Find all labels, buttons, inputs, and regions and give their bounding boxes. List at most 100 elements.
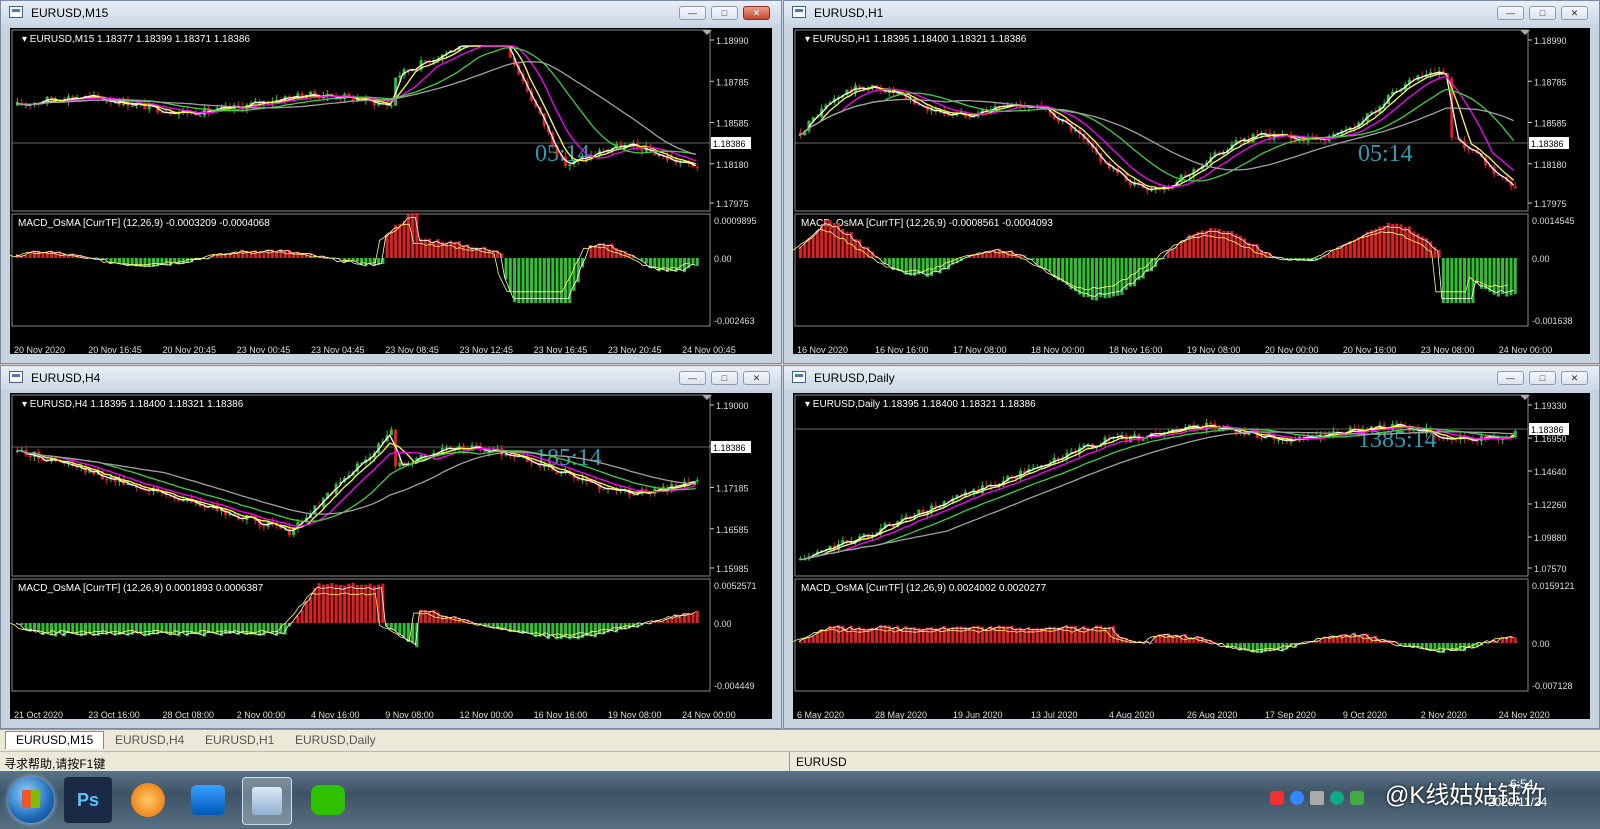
clock-time[interactable]: 6:54 xyxy=(1510,777,1533,791)
main-plot-frame xyxy=(11,29,711,212)
macd-histogram-bar xyxy=(1420,643,1424,648)
macd-histogram-bar xyxy=(1171,635,1175,643)
minimize-button[interactable]: — xyxy=(1497,371,1524,385)
window-titlebar[interactable]: EURUSD,H1 — □ ✕ xyxy=(784,1,1599,25)
taskbar-wechat[interactable] xyxy=(304,777,352,823)
clock-date[interactable]: 2020/11/24 xyxy=(1488,795,1547,809)
chart-window-m15[interactable]: EURUSD,M15 — □ ✕ ▾ EURUSD,M15 1.18377 1.1839… xyxy=(0,0,782,364)
candle-body xyxy=(105,479,109,481)
price-axis-label: 1.16585 xyxy=(716,525,749,535)
price-axis-label: 1.19330 xyxy=(1534,401,1567,411)
bar-countdown-timer: 05:14 xyxy=(1358,141,1413,167)
macd-histogram-bar xyxy=(1196,231,1200,258)
tray-icon-2[interactable] xyxy=(1290,791,1304,805)
close-button[interactable]: ✕ xyxy=(1561,371,1588,385)
tray-icon-5[interactable] xyxy=(1350,791,1364,805)
macd-histogram-bar xyxy=(691,258,695,266)
macd-histogram-bar xyxy=(75,623,79,636)
macd-histogram-bar xyxy=(296,615,300,623)
chart-window-h4[interactable]: EURUSD,H4 — □ ✕ ▾ EURUSD,H4 1.18395 1.18400 … xyxy=(0,365,782,729)
candle-body xyxy=(695,480,699,482)
time-axis-label: 20 Nov 16:45 xyxy=(88,345,142,354)
macd-histogram-bar xyxy=(887,258,891,266)
macd-histogram-bar xyxy=(1061,258,1065,282)
macd-histogram-bar xyxy=(300,609,304,623)
close-button[interactable]: ✕ xyxy=(743,6,770,20)
candle-body xyxy=(1276,439,1280,441)
tray-icon-4[interactable] xyxy=(1330,791,1344,805)
window-titlebar[interactable]: EURUSD,Daily — □ ✕ xyxy=(784,366,1599,390)
maximize-button[interactable]: □ xyxy=(711,371,738,385)
taskbar-app-blue[interactable] xyxy=(184,777,232,823)
tray-icon-1[interactable] xyxy=(1270,791,1284,805)
minimize-button[interactable]: — xyxy=(679,371,706,385)
tab-eurusd-h1[interactable]: EURUSD,H1 xyxy=(195,732,284,749)
chart-area[interactable]: ▾ EURUSD,Daily 1.18395 1.18400 1.18321 1… xyxy=(793,393,1590,719)
macd-histogram-bar xyxy=(653,258,657,268)
tab-eurusd-daily[interactable]: EURUSD,Daily xyxy=(285,732,386,749)
candle-body xyxy=(389,105,393,107)
macd-histogram-bar xyxy=(351,582,355,623)
tab-eurusd-m15[interactable]: EURUSD,M15 xyxy=(5,731,105,749)
macd-histogram-bar xyxy=(355,258,359,262)
chart-svg: ▾ EURUSD,H1 1.18395 1.18400 1.18321 1.18… xyxy=(793,29,1575,354)
minimize-button[interactable]: — xyxy=(1497,6,1524,20)
price-axis-label: 1.14640 xyxy=(1534,467,1567,477)
window-titlebar[interactable]: EURUSD,H4 — □ ✕ xyxy=(1,366,781,390)
price-axis-label: 1.18990 xyxy=(716,36,749,46)
chart-window-daily[interactable]: EURUSD,Daily — □ ✕ ▾ EURUSD,Daily 1.18395 1.… xyxy=(783,365,1600,729)
taskbar-metatrader[interactable] xyxy=(242,777,292,825)
macd-histogram-bar xyxy=(938,628,942,643)
tab-eurusd-h4[interactable]: EURUSD,H4 xyxy=(105,732,194,749)
macd-histogram-bar xyxy=(807,238,811,258)
macd-histogram-bar xyxy=(360,258,364,266)
macd-histogram-bar xyxy=(504,623,508,629)
macd-histogram-bar xyxy=(824,219,828,258)
macd-histogram-bar xyxy=(1040,258,1044,268)
chart-area[interactable]: ▾ EURUSD,H4 1.18395 1.18400 1.18321 1.18… xyxy=(10,393,772,719)
macd-histogram-bar xyxy=(517,258,521,303)
macd-histogram-bar xyxy=(879,624,883,643)
maximize-button[interactable]: □ xyxy=(711,6,738,20)
macd-histogram-bar xyxy=(1475,258,1479,284)
close-button[interactable]: ✕ xyxy=(743,371,770,385)
macd-histogram-bar xyxy=(266,249,270,258)
start-button[interactable] xyxy=(8,777,54,823)
chart-window-h1[interactable]: EURUSD,H1 — □ ✕ ▾ EURUSD,H1 1.18395 1.18400 … xyxy=(783,0,1600,364)
candle-body xyxy=(241,519,245,521)
candle-body xyxy=(1209,422,1213,424)
macd-histogram-bar xyxy=(1023,628,1027,643)
macd-histogram-bar xyxy=(598,243,602,258)
macd-histogram-bar xyxy=(372,585,376,623)
chart-area[interactable]: ▾ EURUSD,H1 1.18395 1.18400 1.18321 1.18… xyxy=(793,28,1590,354)
main-plot-frame xyxy=(794,29,1529,212)
blue-app-icon xyxy=(191,785,225,815)
macd-histogram-bar xyxy=(1450,643,1454,652)
price-axis-label: 1.18785 xyxy=(1534,77,1567,87)
maximize-button[interactable]: □ xyxy=(1529,6,1556,20)
macd-histogram-bar xyxy=(900,258,904,272)
macd-histogram-bar xyxy=(1340,247,1344,258)
time-axis-label: 24 Nov 2020 xyxy=(1499,710,1550,719)
close-button[interactable]: ✕ xyxy=(1561,6,1588,20)
macd-histogram-bar xyxy=(853,628,857,643)
macd-histogram-bar xyxy=(236,253,240,258)
time-axis-label: 17 Sep 2020 xyxy=(1265,710,1316,719)
indicator-axis-label: -0.004449 xyxy=(714,681,755,691)
chart-area[interactable]: ▾ EURUSD,M15 1.18377 1.18399 1.18371 1.1… xyxy=(10,28,772,354)
time-axis-label: 19 Nov 08:00 xyxy=(608,710,662,719)
tray-icon-3[interactable] xyxy=(1310,791,1324,805)
taskbar-app-orange[interactable] xyxy=(124,777,172,823)
minimize-button[interactable]: — xyxy=(679,6,706,20)
macd-histogram-bar xyxy=(963,626,967,643)
indicator-axis-label: 0.0009895 xyxy=(714,216,757,226)
maximize-button[interactable]: □ xyxy=(1529,371,1556,385)
window-titlebar[interactable]: EURUSD,M15 — □ ✕ xyxy=(1,1,781,25)
taskbar-photoshop[interactable]: Ps xyxy=(64,777,112,823)
macd-histogram-bar xyxy=(1331,249,1335,258)
candle-body xyxy=(1069,451,1073,453)
orange-app-icon xyxy=(131,783,165,817)
macd-histogram-bar xyxy=(168,623,172,636)
macd-histogram-bar xyxy=(432,241,436,258)
macd-histogram-bar xyxy=(470,247,474,258)
